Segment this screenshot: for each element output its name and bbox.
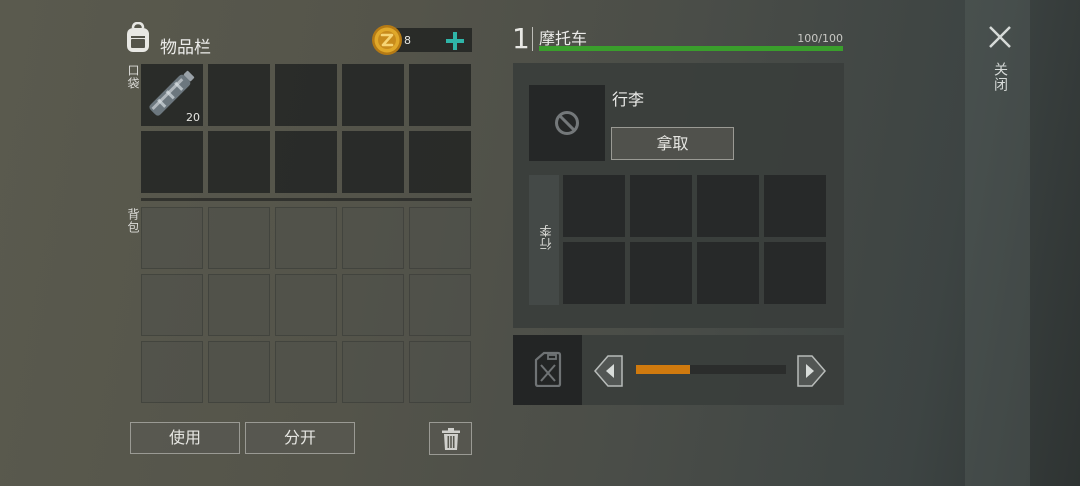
jerrycan-icon (534, 351, 562, 391)
backpack-slot-3[interactable] (275, 207, 337, 269)
luggage-slot-2[interactable] (630, 175, 692, 237)
backpack-slot-10[interactable] (409, 274, 471, 336)
fuel-bar-track[interactable] (636, 365, 786, 374)
luggage-slot-4[interactable] (764, 175, 826, 237)
fuel-icon-box (513, 335, 582, 405)
add-coins-icon[interactable] (445, 31, 465, 51)
use-button[interactable]: 使用 (130, 422, 240, 454)
backpack-slot-9[interactable] (342, 274, 404, 336)
pocket-slot-6[interactable] (141, 131, 203, 193)
fuel-increase-button[interactable] (795, 354, 827, 388)
health-bar-track (539, 46, 843, 51)
backpack-slot-12[interactable] (208, 341, 270, 403)
luggage-slot-8[interactable] (764, 242, 826, 304)
close-label: 关闭 (992, 62, 1008, 92)
arrow-left-icon (594, 355, 623, 387)
no-item-icon (554, 110, 580, 140)
luggage-slot-5[interactable] (563, 242, 625, 304)
luggage-slot-1[interactable] (563, 175, 625, 237)
section-divider (141, 198, 472, 201)
backpack-slot-5[interactable] (409, 207, 471, 269)
fuel-decrease-button[interactable] (593, 354, 625, 388)
item-count: 20 (186, 111, 200, 124)
backpack-slot-1[interactable] (141, 207, 203, 269)
luggage-side-label: 行李 (539, 224, 553, 250)
take-button[interactable]: 拿取 (611, 127, 734, 160)
pocket-slot-2[interactable] (208, 64, 270, 126)
split-button[interactable]: 分开 (245, 422, 355, 454)
arrow-right-icon (797, 355, 826, 387)
inventory-title: 物品栏 (160, 38, 211, 58)
trash-button[interactable] (429, 422, 472, 455)
health-bar-fill (539, 46, 843, 51)
fuel-bar-fill (636, 365, 690, 374)
pocket-slot-8[interactable] (275, 131, 337, 193)
pocket-slot-1[interactable]: 20 (141, 64, 203, 126)
backpack-label: 背包 (126, 208, 140, 234)
backpack-slot-8[interactable] (275, 274, 337, 336)
luggage-slot-6[interactable] (630, 242, 692, 304)
backpack-slot-11[interactable] (141, 341, 203, 403)
luggage-slot-3[interactable] (697, 175, 759, 237)
close-icon (989, 26, 1011, 48)
pocket-slot-9[interactable] (342, 131, 404, 193)
vehicle-health-text: 100/100 (797, 32, 843, 45)
backpack-slot-6[interactable] (141, 274, 203, 336)
title-separator (532, 27, 533, 51)
coin-count: 8 (404, 34, 411, 47)
backpack-slot-2[interactable] (208, 207, 270, 269)
pocket-slot-7[interactable] (208, 131, 270, 193)
luggage-title: 行李 (612, 90, 645, 109)
pocket-label: 口袋 (126, 64, 140, 90)
backpack-slot-7[interactable] (208, 274, 270, 336)
pocket-slot-4[interactable] (342, 64, 404, 126)
pocket-slot-5[interactable] (409, 64, 471, 126)
backpack-slot-13[interactable] (275, 341, 337, 403)
pocket-slot-10[interactable] (409, 131, 471, 193)
pocket-slot-3[interactable] (275, 64, 337, 126)
backpack-slot-15[interactable] (409, 341, 471, 403)
trash-icon (442, 428, 460, 460)
luggage-thumb (529, 85, 605, 161)
backpack-icon (123, 21, 153, 54)
close-button[interactable]: 关闭 (985, 22, 1015, 102)
vehicle-index: 1 (512, 22, 530, 55)
coin-icon (371, 24, 403, 56)
backpack-slot-4[interactable] (342, 207, 404, 269)
backpack-slot-14[interactable] (342, 341, 404, 403)
luggage-slot-7[interactable] (697, 242, 759, 304)
